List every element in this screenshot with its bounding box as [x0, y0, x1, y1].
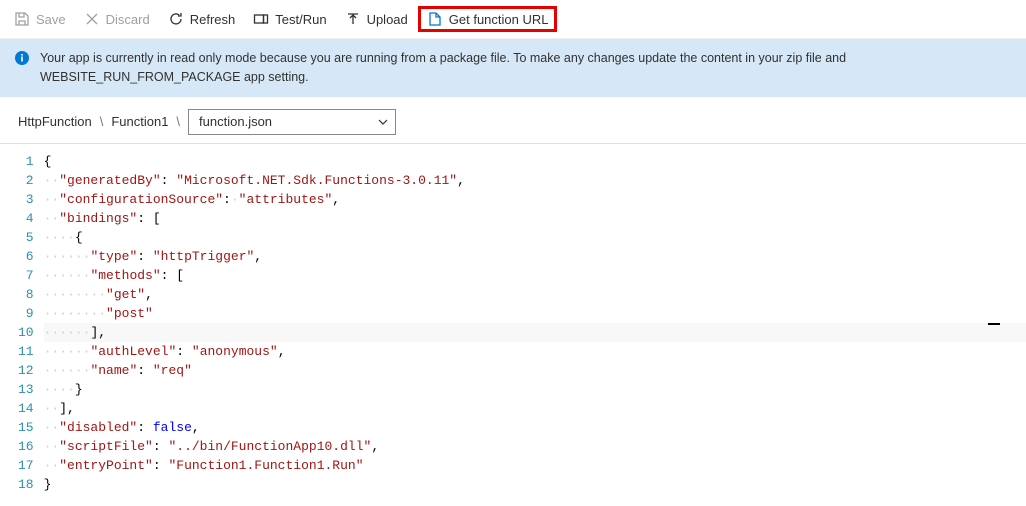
breadcrumb-root[interactable]: HttpFunction [18, 114, 92, 129]
upload-button[interactable]: Upload [337, 7, 416, 31]
code-line[interactable]: ········"post" [44, 304, 1026, 323]
line-number: 11 [18, 342, 34, 361]
line-number: 7 [18, 266, 34, 285]
line-number: 3 [18, 190, 34, 209]
line-number: 2 [18, 171, 34, 190]
code-line[interactable]: ··"generatedBy": "Microsoft.NET.Sdk.Func… [44, 171, 1026, 190]
testrun-label: Test/Run [275, 12, 326, 27]
line-number: 1 [18, 152, 34, 171]
line-gutter: 1 2 3 4 5 6 7 8 9 10 11 12 13 14 15 16 1… [0, 152, 44, 494]
line-number: 6 [18, 247, 34, 266]
code-line[interactable]: ··], [44, 399, 1026, 418]
line-number: 5 [18, 228, 34, 247]
breadcrumb: HttpFunction \ Function1 \ function.json [0, 101, 1026, 144]
code-line[interactable]: ········"get", [44, 285, 1026, 304]
code-line[interactable]: ······"name": "req" [44, 361, 1026, 380]
breadcrumb-sep: \ [100, 114, 104, 129]
code-line[interactable]: } [44, 475, 1026, 494]
code-line[interactable]: ····{ [44, 228, 1026, 247]
get-function-url-label: Get function URL [449, 12, 549, 27]
save-label: Save [36, 12, 66, 27]
line-number: 17 [18, 456, 34, 475]
line-number: 13 [18, 380, 34, 399]
get-function-url-button[interactable]: Get function URL [418, 6, 558, 32]
refresh-label: Refresh [190, 12, 236, 27]
code-editor[interactable]: 1 2 3 4 5 6 7 8 9 10 11 12 13 14 15 16 1… [0, 144, 1026, 494]
line-number: 14 [18, 399, 34, 418]
code-line[interactable]: ··"disabled": false, [44, 418, 1026, 437]
info-icon [14, 50, 30, 66]
toolbar: Save Discard Refresh Test/Run Upload Get… [0, 0, 1026, 39]
refresh-button[interactable]: Refresh [160, 7, 244, 31]
info-message: Your app is currently in read only mode … [40, 49, 1012, 87]
info-bar: Your app is currently in read only mode … [0, 39, 1026, 101]
line-number: 15 [18, 418, 34, 437]
line-number: 16 [18, 437, 34, 456]
file-selector-value: function.json [199, 114, 272, 129]
code-line[interactable]: ····} [44, 380, 1026, 399]
breadcrumb-sep: \ [176, 114, 180, 129]
code-line[interactable]: ··"bindings": [ [44, 209, 1026, 228]
breadcrumb-func[interactable]: Function1 [111, 114, 168, 129]
discard-label: Discard [106, 12, 150, 27]
code-line[interactable]: ······"methods": [ [44, 266, 1026, 285]
line-number: 4 [18, 209, 34, 228]
upload-icon [345, 11, 361, 27]
code-line[interactable]: ······"type": "httpTrigger", [44, 247, 1026, 266]
testrun-icon [253, 11, 269, 27]
code-line[interactable]: { [44, 152, 1026, 171]
code-line[interactable]: ··"configurationSource":·"attributes", [44, 190, 1026, 209]
line-number: 18 [18, 475, 34, 494]
file-selector[interactable]: function.json [188, 109, 396, 135]
discard-button[interactable]: Discard [76, 7, 158, 31]
code-line[interactable]: ······], [44, 323, 1026, 342]
code-line[interactable]: ··"entryPoint": "Function1.Function1.Run… [44, 456, 1026, 475]
testrun-button[interactable]: Test/Run [245, 7, 334, 31]
line-number: 9 [18, 304, 34, 323]
refresh-icon [168, 11, 184, 27]
code-line[interactable]: ······"authLevel": "anonymous", [44, 342, 1026, 361]
code-line[interactable]: ··"scriptFile": "../bin/FunctionApp10.dl… [44, 437, 1026, 456]
line-number: 12 [18, 361, 34, 380]
code-body[interactable]: {··"generatedBy": "Microsoft.NET.Sdk.Fun… [44, 152, 1026, 494]
overview-ruler-mark [988, 323, 1000, 325]
save-button[interactable]: Save [6, 7, 74, 31]
upload-label: Upload [367, 12, 408, 27]
get-function-url-icon [427, 11, 443, 27]
line-number: 10 [18, 323, 34, 342]
discard-icon [84, 11, 100, 27]
line-number: 8 [18, 285, 34, 304]
chevron-down-icon [377, 116, 389, 128]
save-icon [14, 11, 30, 27]
